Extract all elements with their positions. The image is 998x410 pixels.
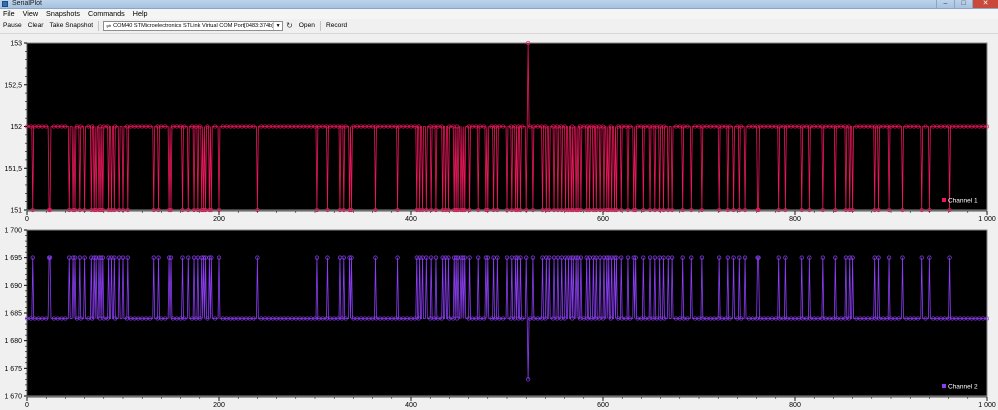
minimize-button[interactable]: – <box>936 0 954 8</box>
take-snapshot-button[interactable]: Take Snapshot <box>46 19 96 33</box>
x-tick-label: 600 <box>597 216 609 223</box>
legend-label: Channel 1 <box>948 198 978 205</box>
menu-view[interactable]: View <box>20 9 41 19</box>
x-tick-label: 600 <box>597 402 609 409</box>
record-button[interactable]: Record <box>323 19 350 33</box>
pause-button[interactable]: Pause <box>0 19 25 33</box>
y-tick-label: 1 700 <box>4 228 22 235</box>
menu-commands[interactable]: Commands <box>85 9 128 19</box>
y-tick-label: 1 685 <box>4 311 22 318</box>
window-title: SerialPlot <box>12 0 42 7</box>
y-tick-label: 152,5 <box>4 82 22 89</box>
y-tick-label: 1 680 <box>4 338 22 345</box>
legend-swatch <box>942 198 946 202</box>
close-button[interactable]: ✕ <box>972 0 998 8</box>
x-tick-label: 1 000 <box>978 216 996 223</box>
refresh-icon[interactable]: ↻ <box>283 19 296 33</box>
x-tick-label: 200 <box>213 402 225 409</box>
plot-channel-1: 151 151,5 152 152,5 153 0 200 400 600 800 1 000 Cha… <box>4 41 995 224</box>
y-tick-label: 1 670 <box>4 394 22 401</box>
x-tick-label: 0 <box>25 216 29 223</box>
chevron-down-icon[interactable]: ▼ <box>273 22 282 30</box>
y-tick-label: 1 690 <box>4 283 22 290</box>
title-bar: SerialPlot – □ ✕ <box>0 0 998 9</box>
maximize-button[interactable]: □ <box>954 0 972 8</box>
y-tick-label: 151,5 <box>4 166 22 173</box>
legend-label: Channel 2 <box>948 384 978 391</box>
port-select-value: COM40 STMicroelectronics STLink Virtual … <box>113 23 274 29</box>
legend-swatch <box>942 384 946 388</box>
menu-bar: File View Snapshots Commands Help <box>0 9 998 19</box>
menu-help[interactable]: Help <box>130 9 151 19</box>
toolbar: Pause Clear Take Snapshot ⇌ COM40 STMicr… <box>0 19 998 34</box>
x-tick-label: 200 <box>213 216 225 223</box>
y-tick-label: 153 <box>10 41 22 48</box>
y-tick-label: 1 675 <box>4 366 22 373</box>
toolbar-separator <box>319 21 321 31</box>
x-tick-label: 0 <box>25 402 29 409</box>
window-controls: – □ ✕ <box>936 0 998 8</box>
plot-canvas <box>26 229 988 397</box>
app-icon <box>2 1 8 7</box>
menu-file[interactable]: File <box>0 9 18 19</box>
x-tick-label: 800 <box>789 216 801 223</box>
clear-button[interactable]: Clear <box>25 19 47 33</box>
plot-channel-2: 1 670 1 675 1 680 1 685 1 690 1 695 1 700 0 200 4… <box>4 228 995 410</box>
open-button[interactable]: Open <box>296 19 318 33</box>
usb-icon: ⇌ <box>106 23 112 30</box>
y-tick-label: 151 <box>10 208 22 215</box>
menu-snapshots[interactable]: Snapshots <box>43 9 83 19</box>
toolbar-separator <box>98 21 100 31</box>
x-tick-label: 1 000 <box>978 402 996 409</box>
x-tick-label: 400 <box>405 216 417 223</box>
y-tick-label: 1 695 <box>4 255 22 262</box>
x-tick-label: 400 <box>405 402 417 409</box>
y-tick-label: 152 <box>10 124 22 131</box>
x-tick-label: 800 <box>789 402 801 409</box>
plots-area: 151 151,5 152 152,5 153 0 200 400 600 800 1 000 Cha… <box>0 34 998 410</box>
port-select[interactable]: ⇌ COM40 STMicroelectronics STLink Virtua… <box>103 21 284 31</box>
